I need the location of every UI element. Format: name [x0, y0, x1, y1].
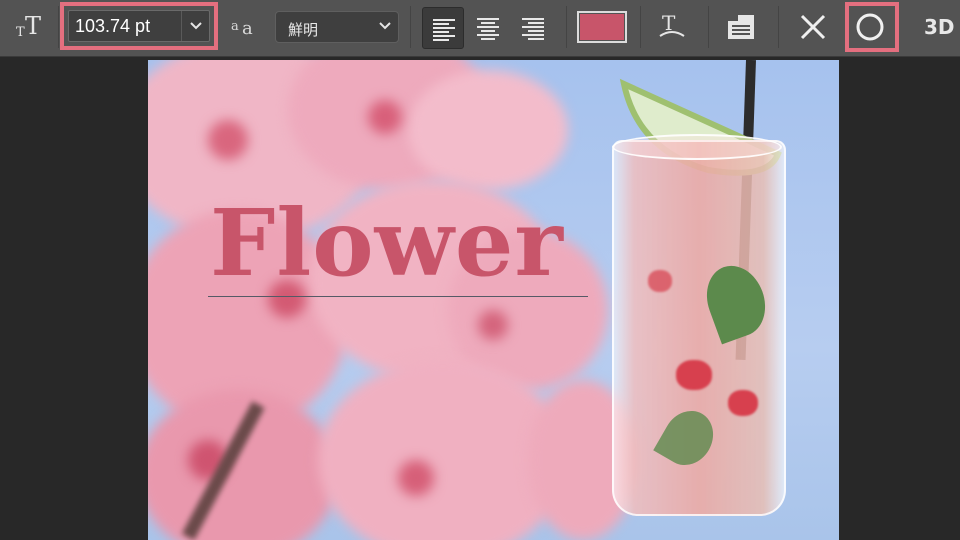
font-size-value[interactable]: 103.74 pt [75, 16, 150, 36]
antialias-aa-icon: a a [230, 12, 260, 42]
align-left-icon [433, 19, 455, 41]
antialias-method-value: 鮮明 [288, 21, 319, 39]
align-center-button[interactable] [467, 7, 509, 49]
svg-text:T: T [25, 12, 41, 40]
flower-text-layer[interactable]: Flower [210, 188, 564, 298]
font-size-dropdown-button[interactable] [181, 11, 209, 41]
antialias-method-select[interactable]: 鮮明 [275, 11, 399, 43]
chevron-down-icon [190, 22, 202, 30]
svg-text:T: T [16, 25, 25, 40]
font-size-input[interactable]: 103.74 pt [68, 10, 210, 42]
cancel-x-icon[interactable] [796, 10, 830, 44]
document-canvas[interactable]: Flower [148, 60, 839, 540]
text-baseline [208, 296, 588, 297]
align-right-button[interactable] [512, 7, 554, 49]
svg-text:a: a [242, 18, 253, 39]
text-color-swatch[interactable] [577, 11, 627, 43]
warp-text-icon[interactable]: T [656, 10, 688, 44]
options-bar: T T 103.74 pt a a 鮮明 T 3D [0, 0, 960, 57]
text-color-fill [580, 14, 624, 40]
svg-text:a: a [231, 19, 239, 34]
type-orientation-icon[interactable]: T T [16, 12, 50, 42]
character-panel-icon[interactable] [726, 12, 758, 42]
commit-circle-icon[interactable] [853, 10, 887, 44]
align-center-icon [477, 18, 499, 40]
chevron-down-icon [379, 22, 391, 30]
align-left-button[interactable] [422, 7, 464, 49]
three-d-label: 3D [924, 15, 955, 39]
align-right-icon [522, 18, 544, 40]
three-d-button[interactable]: 3D [918, 12, 958, 42]
